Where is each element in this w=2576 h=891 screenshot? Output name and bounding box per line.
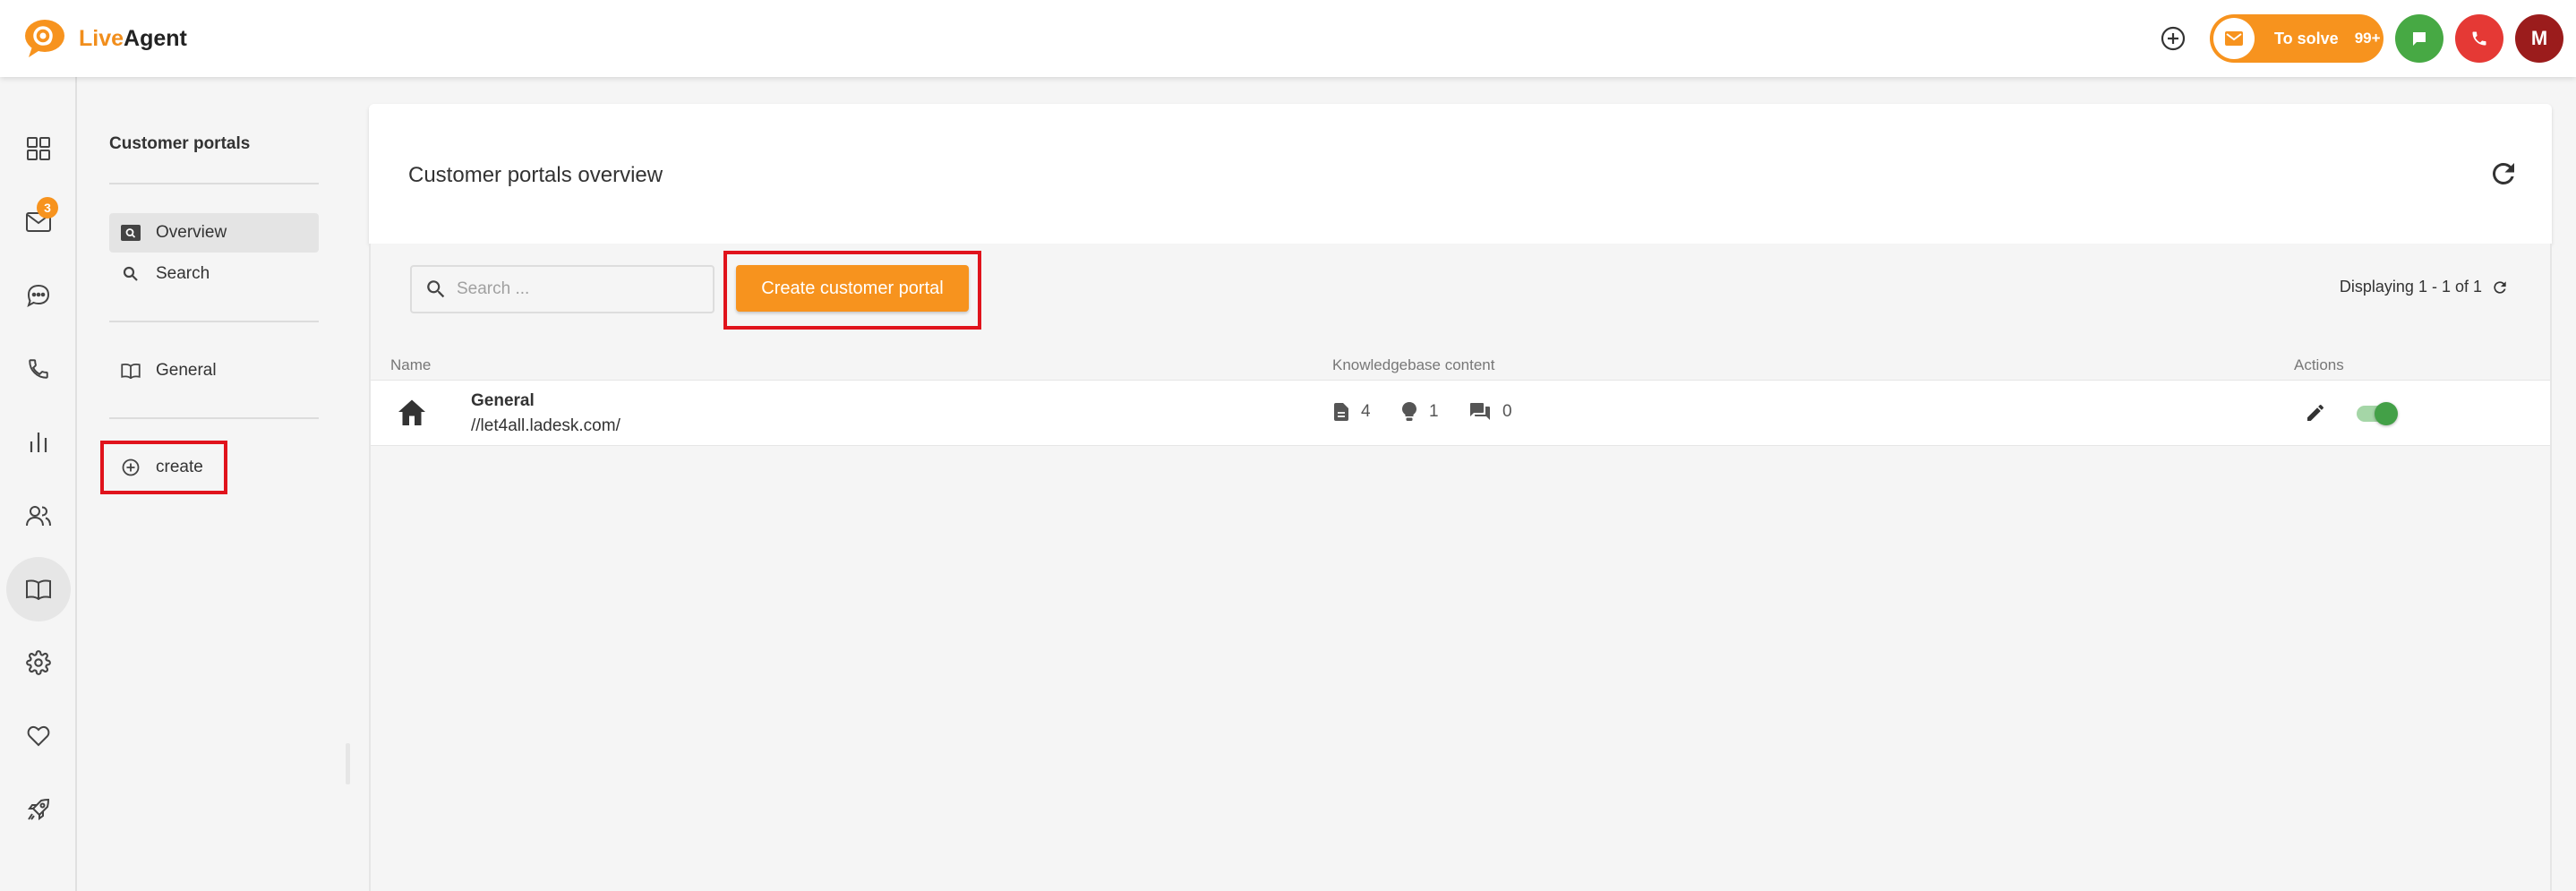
column-actions: Actions xyxy=(2294,356,2344,373)
divider xyxy=(109,417,319,419)
mail-icon xyxy=(2225,31,2243,46)
subnav-overview[interactable]: Overview xyxy=(109,213,319,253)
subnav-general[interactable]: General xyxy=(109,351,319,390)
nav-calls[interactable] xyxy=(6,337,71,401)
nav-knowledgebase[interactable] xyxy=(6,557,71,621)
refresh-button[interactable] xyxy=(2487,158,2520,190)
search-icon xyxy=(118,266,143,282)
rocket-icon xyxy=(28,798,50,820)
main-navigation: 3 xyxy=(0,77,77,891)
liveagent-logo[interactable]: LiveAgent xyxy=(23,18,187,59)
portal-url: //let4all.ladesk.com/ xyxy=(471,416,620,435)
articles-value: 4 xyxy=(1361,402,1371,421)
chat-status-button[interactable] xyxy=(2395,14,2443,63)
phone-icon xyxy=(2472,31,2486,46)
page-header-card: Customer portals overview xyxy=(369,104,2552,244)
chat-icon xyxy=(27,284,50,308)
logo-icon xyxy=(25,20,64,57)
panel-title: Customer portals xyxy=(109,134,251,153)
home-icon xyxy=(398,399,425,425)
nav-chats[interactable] xyxy=(6,263,71,328)
highlight-box xyxy=(723,251,981,330)
main-content: Customer portals overview Create custome… xyxy=(369,104,2552,891)
search-field[interactable] xyxy=(410,265,715,313)
ideas-value: 1 xyxy=(1429,402,1439,421)
add-circle-icon xyxy=(2161,26,2186,51)
divider xyxy=(109,183,319,184)
to-solve-mail xyxy=(2213,18,2255,59)
panel-resize-handle[interactable] xyxy=(346,743,350,784)
pagination-info: Displaying 1 - 1 of 1 xyxy=(2340,278,2509,296)
customer-portals-panel: Customer portals Overview Search General… xyxy=(79,77,347,891)
subnav-search-label: Search xyxy=(156,264,210,283)
article-icon xyxy=(1334,403,1348,421)
lightbulb-icon xyxy=(1402,402,1416,421)
add-new-button[interactable] xyxy=(2160,25,2187,52)
logo-text: LiveAgent xyxy=(79,25,187,51)
table-header: Name Knowledgebase content Actions xyxy=(371,351,2550,380)
phone-status-button[interactable] xyxy=(2455,14,2503,63)
page-title: Customer portals overview xyxy=(408,163,663,187)
refresh-icon[interactable] xyxy=(2491,278,2509,296)
column-kb-content: Knowledgebase content xyxy=(1332,356,1495,373)
user-avatar[interactable]: M xyxy=(2515,14,2563,63)
nav-dashboard[interactable] xyxy=(6,116,71,181)
contacts-icon xyxy=(26,506,51,527)
nav-reports[interactable] xyxy=(6,410,71,475)
tickets-badge: 3 xyxy=(37,197,58,218)
chat-icon xyxy=(2413,32,2426,46)
reports-icon xyxy=(30,433,47,452)
subnav-general-label: General xyxy=(156,361,217,380)
nav-getting-started[interactable] xyxy=(6,777,71,842)
ideas-count: 1 xyxy=(1402,402,1439,422)
heart-icon xyxy=(27,725,50,747)
settings-icon xyxy=(26,650,51,675)
nav-favorites[interactable] xyxy=(6,704,71,768)
displaying-text: Displaying 1 - 1 of 1 xyxy=(2339,278,2482,296)
overview-icon xyxy=(118,225,143,241)
portals-list: Create customer portal Displaying 1 - 1 … xyxy=(369,244,2552,891)
to-solve-count: 99+ xyxy=(2354,30,2381,47)
forum-count: 0 xyxy=(1470,402,1512,422)
table-row[interactable]: General //let4all.ladesk.com/ 4 1 0 xyxy=(371,380,2550,446)
subnav-overview-label: Overview xyxy=(156,223,227,242)
portal-enabled-toggle[interactable] xyxy=(2357,402,2398,425)
edit-icon[interactable] xyxy=(2305,402,2326,424)
divider xyxy=(109,321,319,322)
knowledgebase-icon xyxy=(26,579,51,600)
dashboard-icon xyxy=(27,137,50,160)
phone-icon xyxy=(29,359,48,379)
nav-tickets[interactable]: 3 xyxy=(6,190,71,254)
book-icon xyxy=(118,363,143,379)
articles-count: 4 xyxy=(1334,402,1371,422)
forum-icon xyxy=(1470,403,1490,420)
forum-value: 0 xyxy=(1502,402,1512,421)
column-name: Name xyxy=(390,356,432,373)
toggle-knob xyxy=(2375,402,2398,425)
search-input[interactable] xyxy=(457,279,689,299)
to-solve-label: To solve xyxy=(2274,29,2339,47)
subnav-search[interactable]: Search xyxy=(109,254,319,294)
nav-settings[interactable] xyxy=(6,630,71,695)
nav-contacts[interactable] xyxy=(6,484,71,548)
highlight-box xyxy=(100,441,227,494)
top-header: LiveAgent To solve 99+ M xyxy=(0,0,2576,77)
portal-name[interactable]: General xyxy=(471,391,535,411)
to-solve-button[interactable]: To solve 99+ xyxy=(2210,14,2383,63)
search-icon xyxy=(424,278,448,301)
refresh-icon xyxy=(2493,163,2514,184)
